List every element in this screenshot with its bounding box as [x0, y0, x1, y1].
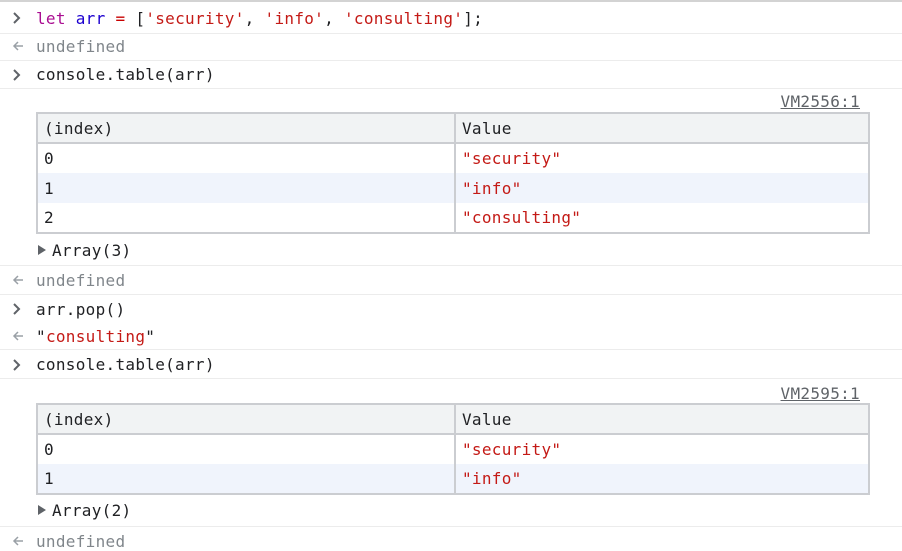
variable: arr — [75, 9, 106, 28]
array-expander[interactable]: Array(2) — [38, 501, 131, 520]
source-link[interactable]: VM2556:1 — [781, 92, 860, 111]
chevron-right-icon — [12, 359, 22, 371]
console-table: (index) Value 0 "security" 1 "info" 2 "c… — [36, 112, 870, 234]
return-arrow-icon — [12, 274, 24, 286]
console-table-output: VM2556:1 (index) Value 0 "security" 1 "i… — [0, 89, 902, 266]
array-summary: Array(3) — [52, 241, 132, 260]
value-cell: "consulting" — [462, 208, 582, 227]
index-cell: 2 — [37, 203, 456, 233]
string-literal: 'consulting' — [344, 9, 464, 28]
value-cell: "info" — [455, 464, 869, 494]
index-cell: 0 — [37, 143, 456, 173]
console-table: (index) Value 0 "security" 1 "info" — [36, 403, 870, 495]
bracket: [ — [135, 9, 146, 28]
table-row: 1 "info" — [37, 173, 869, 203]
array-expander[interactable]: Array(3) — [38, 241, 131, 260]
table-row: 1 "info" — [37, 464, 869, 494]
top-divider — [0, 0, 902, 2]
string-literal: 'security' — [145, 9, 245, 28]
console-command-text: console.table(arr) — [36, 65, 215, 84]
chevron-right-icon — [12, 69, 22, 81]
return-arrow-icon — [12, 535, 24, 547]
source-link[interactable]: VM2595:1 — [781, 384, 860, 403]
bracket: ]; — [463, 9, 484, 28]
triangle-right-icon — [38, 244, 46, 255]
value-cell: "info" — [455, 173, 869, 203]
console-result-row: undefined — [0, 527, 902, 551]
table-row: 0 "security" — [37, 143, 869, 173]
value-cell: "security" — [462, 149, 562, 168]
console-input-row[interactable]: let arr = ['security', 'info', 'consulti… — [0, 3, 902, 34]
console-result-row: undefined — [0, 34, 902, 61]
quote: " — [145, 327, 156, 346]
table-row: 2 "consulting" — [37, 203, 869, 233]
string-literal: 'info' — [264, 9, 325, 28]
table-header-row: (index) Value — [37, 404, 869, 435]
column-header-index[interactable]: (index) — [37, 113, 456, 144]
result-value: "consulting" — [36, 327, 155, 346]
result-value: undefined — [36, 37, 126, 56]
triangle-right-icon — [38, 504, 46, 515]
chevron-right-icon — [12, 12, 22, 24]
console-command-text: let arr = ['security', 'info', 'consulti… — [36, 9, 483, 28]
index-cell: 1 — [37, 173, 456, 203]
console-command-text: console.table(arr) — [36, 355, 215, 374]
console-table-output: VM2595:1 (index) Value 0 "security" 1 "i… — [0, 379, 902, 527]
console-result-row: "consulting" — [0, 322, 902, 350]
console-result-row: undefined — [0, 266, 902, 295]
result-value: undefined — [36, 271, 126, 290]
string-value: consulting — [45, 327, 146, 346]
operator: = — [115, 9, 126, 28]
index-cell: 1 — [37, 464, 456, 494]
table-row: 0 "security" — [37, 434, 869, 464]
chevron-right-icon — [12, 303, 22, 315]
table-header-row: (index) Value — [37, 113, 869, 144]
quote: " — [36, 327, 46, 346]
column-header-value[interactable]: Value — [455, 113, 869, 144]
console-input-row[interactable]: arr.pop() — [0, 295, 902, 322]
keyword: let — [36, 9, 66, 28]
index-cell: 0 — [37, 434, 456, 464]
column-header-index[interactable]: (index) — [37, 404, 456, 435]
console-input-row[interactable]: console.table(arr) — [0, 350, 902, 379]
column-header-value[interactable]: Value — [455, 404, 869, 435]
console-input-row[interactable]: console.table(arr) — [0, 61, 902, 89]
result-value: undefined — [36, 532, 126, 551]
return-arrow-icon — [12, 330, 24, 342]
return-arrow-icon — [12, 40, 24, 52]
array-summary: Array(2) — [52, 501, 132, 520]
value-cell: "security" — [462, 440, 562, 459]
console-command-text: arr.pop() — [36, 300, 126, 319]
comma: , — [324, 9, 335, 28]
comma: , — [244, 9, 255, 28]
